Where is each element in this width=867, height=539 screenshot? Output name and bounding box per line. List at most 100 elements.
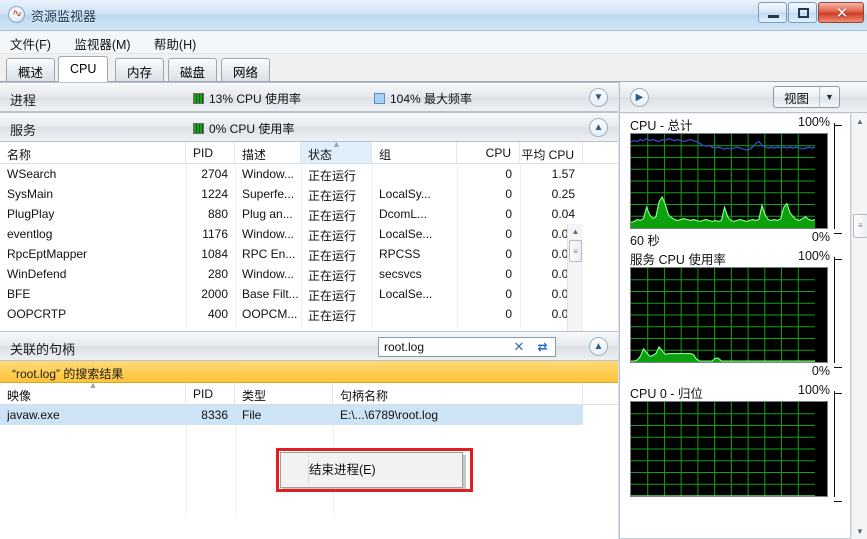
cell-name: SysMain [7,187,187,201]
table-row[interactable]: WinDefend280Window...正在运行secsvcs00.01 [0,264,583,284]
axis-rail [834,123,835,229]
maximize-button[interactable] [788,2,817,23]
tab-cpu[interactable]: CPU [58,56,108,82]
graph-block: CPU - 总计100%60 秒0% [620,114,850,248]
cell-pid: 400 [186,307,228,321]
graph-caption: 服务 CPU 使用率 100% [620,248,850,267]
chevron-right-icon[interactable]: ▶ [630,88,649,107]
column-status[interactable]: 状态▲ [301,142,372,163]
scroll-up-icon[interactable]: ▲ [852,114,867,129]
graphs-scrollbar[interactable]: ▲ ≡ ▼ [851,114,867,539]
menu-bar: 文件(F) 监视器(M) 帮助(H) [0,31,867,54]
cell-cpu: 0 [457,167,512,181]
column-group[interactable]: 组 [372,142,457,163]
cell-pid: 2704 [186,167,228,181]
services-section-header[interactable]: 服务 0% CPU 使用率 ▲ [0,112,618,142]
menu-item-help[interactable]: 帮助(H) [144,31,206,53]
graph-plot [630,133,828,229]
column-image[interactable]: 映像▲ [0,383,186,404]
handle-search-input[interactable] [379,338,510,356]
cell-name: eventlog [7,227,187,241]
view-button[interactable]: 视图 ▼ [773,86,840,108]
column-pid[interactable]: PID [186,142,235,163]
minimize-button[interactable] [758,2,787,23]
cell-group: LocalSy... [379,187,459,201]
cell-avg: 0.04 [520,207,575,221]
cell-cpu: 0 [457,247,512,261]
cell-desc: Window... [242,227,304,241]
cell-desc: Window... [242,167,304,181]
processes-title: 进程 [10,90,36,109]
column-type[interactable]: 类型 [235,383,333,404]
cell-pid: 1224 [186,187,228,201]
table-row[interactable]: OOPCRTP400OOPCM...正在运行00.01 [0,304,583,324]
menu-item-file[interactable]: 文件(F) [0,31,61,53]
table-row[interactable]: BFE2000Base Filt...正在运行LocalSe...00.01 [0,284,583,304]
services-title: 服务 [10,120,36,139]
context-menu[interactable]: 结束进程(E) [280,452,463,488]
cell-name: RpcEptMapper [7,247,187,261]
cell-name: WinDefend [7,267,187,281]
cell-pid: 2000 [186,287,228,301]
table-row[interactable]: javaw.exe8336FileE:\...\6789\root.log [0,405,583,425]
cell-status: 正在运行 [308,307,374,324]
graph-block: CPU 0 - 归位100% [620,382,850,516]
table-row[interactable]: RpcEptMapper1084RPC En...正在运行RPCSS00.01 [0,244,583,264]
graph-title: 服务 CPU 使用率 [630,249,726,268]
close-button[interactable]: ✕ [818,2,864,23]
handles-collapse-chevron-icon[interactable]: ▲ [589,337,608,356]
graph-footer: 0% [620,363,850,382]
cell-desc: Plug an... [242,207,304,221]
scroll-down-icon[interactable]: ▼ [852,524,867,539]
clear-x-icon[interactable]: ✕ [511,339,527,355]
tab-network[interactable]: 网络 [221,58,270,81]
cell-image: javaw.exe [7,408,187,422]
table-row[interactable]: PlugPlay880Plug an...正在运行DcomL...00.04 [0,204,583,224]
tab-memory[interactable]: 内存 [115,58,164,81]
context-menu-item-end-process[interactable]: 结束进程(E) [309,459,376,478]
tab-overview[interactable]: 概述 [6,58,55,81]
right-pane: ▶ 视图 ▼ CPU - 总计100%60 秒0%服务 CPU 使用率100%0… [619,82,867,539]
column-avg-cpu[interactable]: 平均 CPU [520,142,583,163]
axis-tick [834,233,842,234]
cell-handle: E:\...\6789\root.log [340,408,583,422]
title-bar: 资源监视器 ✕ [0,0,867,31]
refresh-icon[interactable]: ⇄ [534,340,551,356]
cell-pid: 1084 [186,247,228,261]
minimize-icon [768,15,779,18]
processes-expand-chevron-icon[interactable]: ▼ [589,88,608,107]
cell-type: File [242,408,336,422]
handle-search-box[interactable]: ✕ ⇄ [378,337,556,357]
column-handle[interactable]: 句柄名称 [333,383,583,404]
cell-status: 正在运行 [308,207,374,224]
table-row[interactable]: SysMain1224Superfe...正在运行LocalSy...00.25 [0,184,583,204]
services-collapse-chevron-icon[interactable]: ▲ [589,118,608,137]
scrollbar-thumb[interactable]: ≡ [853,214,867,238]
graph-footer [620,497,850,516]
column-desc[interactable]: 描述 [235,142,301,163]
scroll-up-icon[interactable]: ▲ [568,224,583,239]
column-pid[interactable]: PID [186,383,235,404]
services-table[interactable]: WSearch2704Window...正在运行01.57SysMain1224… [0,164,583,329]
cell-name: PlugPlay [7,207,187,221]
tab-disk[interactable]: 磁盘 [168,58,217,81]
graph-max-label: 100% [798,249,830,263]
processes-section-header[interactable]: 进程 13% CPU 使用率 104% 最大频率 ▼ [0,82,618,112]
close-icon: ✕ [819,4,865,22]
handles-section-header[interactable]: 关联的句柄 ✕ ⇄ ▲ [0,331,618,361]
cell-desc: OOPCM... [242,307,304,321]
axis-tick [834,259,842,260]
axis-tick [834,501,842,502]
resource-monitor-icon [8,6,25,23]
scrollbar-thumb[interactable]: ≡ [569,240,582,262]
table-row[interactable]: eventlog1176Window...正在运行LocalSe...00.02 [0,224,583,244]
chevron-down-icon[interactable]: ▼ [820,92,839,102]
table-row[interactable]: WSearch2704Window...正在运行01.57 [0,164,583,184]
graph-max-label: 100% [798,383,830,397]
search-results-text: “root.log” 的搜索结果 [12,365,123,382]
graph-plot [630,267,828,363]
column-cpu[interactable]: CPU [457,142,520,163]
column-name[interactable]: 名称 [0,142,186,163]
graph-footer: 60 秒0% [620,229,850,248]
menu-item-monitor[interactable]: 监视器(M) [64,31,140,53]
